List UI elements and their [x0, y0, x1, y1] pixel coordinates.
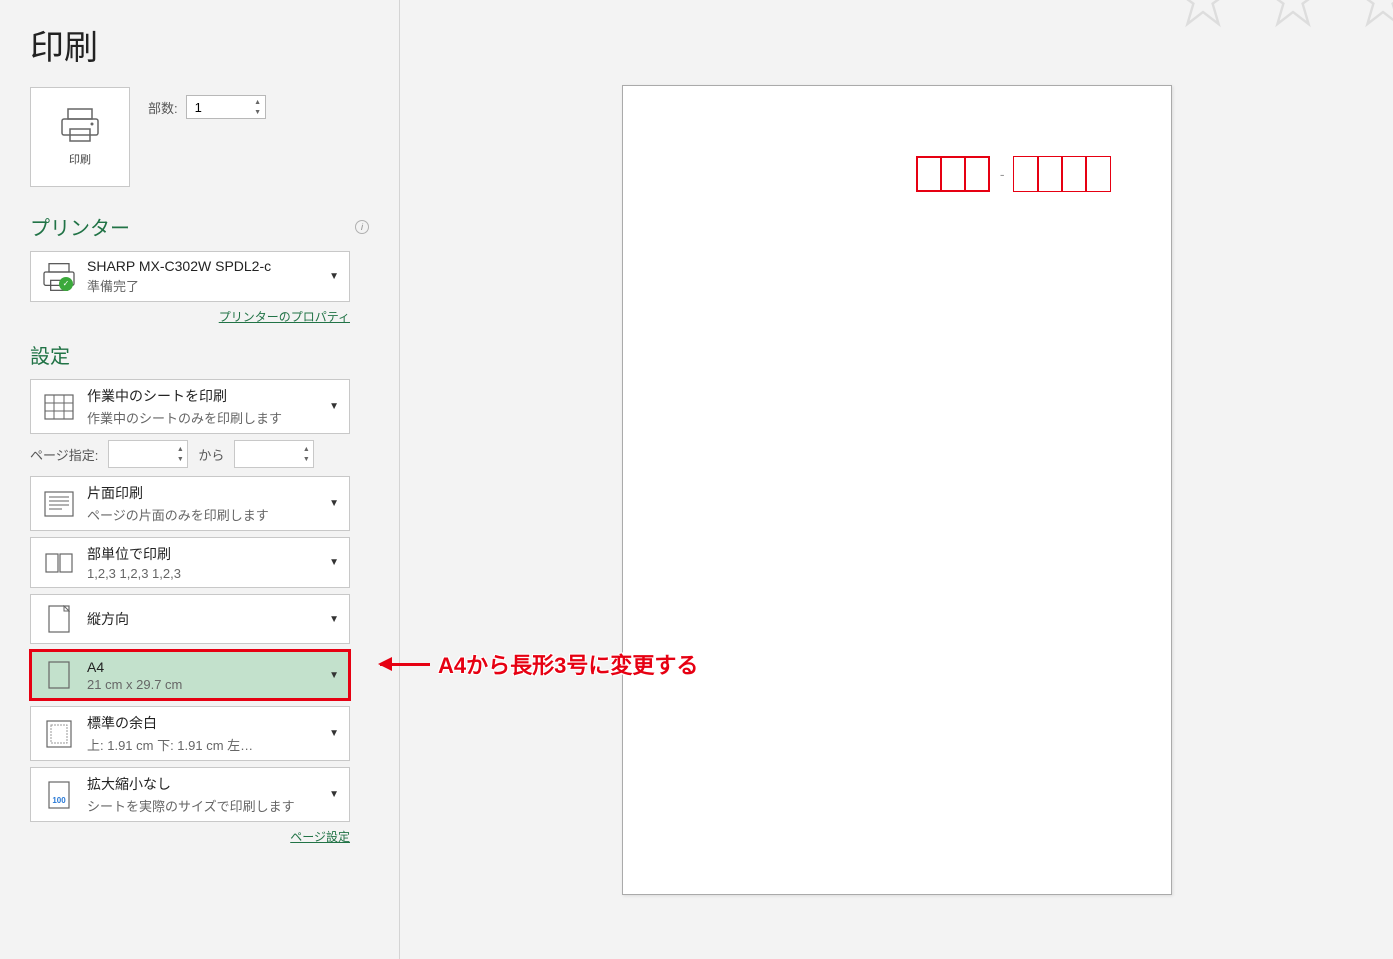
page-from-input[interactable]: ▲ ▼ — [108, 440, 188, 468]
copies-row: 部数: 1 ▲ ▼ — [148, 95, 266, 119]
scaling-selector[interactable]: 100 拡大縮小なし シートを実際のサイズで印刷します ▼ — [30, 767, 350, 822]
page-range-row: ページ指定: ▲ ▼ から ▲ ▼ — [30, 440, 350, 468]
printer-properties-link[interactable]: プリンターのプロパティ — [219, 310, 350, 324]
copies-up[interactable]: ▲ — [253, 97, 263, 107]
postal-box — [1037, 156, 1063, 192]
print-preview-area: - — [400, 0, 1393, 959]
scaling-icon: 100 — [41, 777, 77, 813]
annotation: A4から長形3号に変更する — [380, 648, 698, 680]
print-top-row: 印刷 部数: 1 ▲ ▼ — [30, 87, 369, 187]
dropdown-caret-icon: ▼ — [329, 614, 339, 625]
copies-label: 部数: — [148, 98, 178, 117]
dropdown-caret-icon: ▼ — [329, 401, 339, 412]
info-icon[interactable]: i — [355, 220, 369, 234]
page-setup-link[interactable]: ページ設定 — [290, 830, 350, 844]
postal-box — [1085, 156, 1111, 192]
print-what-selector[interactable]: 作業中のシートを印刷 作業中のシートのみを印刷します ▼ — [30, 379, 350, 434]
preview-page: - — [622, 85, 1172, 895]
margins-icon — [41, 716, 77, 752]
dropdown-caret-icon: ▼ — [329, 670, 339, 681]
page-range-label: ページ指定: — [30, 445, 98, 464]
print-button[interactable]: 印刷 — [30, 87, 130, 187]
print-settings-panel: 印刷 印刷 部数: 1 ▲ ▼ プリンター i — [0, 0, 400, 959]
page-to-input[interactable]: ▲ ▼ — [234, 440, 314, 468]
settings-header-text: 設定 — [30, 340, 70, 369]
page-to-up[interactable]: ▲ — [301, 444, 311, 454]
printer-selector[interactable]: SHARP MX-C302W SPDL2-c 準備完了 ▼ — [30, 251, 350, 302]
one-side-icon — [41, 486, 77, 522]
paper-size-title: A4 — [87, 659, 323, 675]
svg-text:100: 100 — [52, 796, 66, 805]
printer-section-header: プリンター i — [30, 212, 369, 241]
dropdown-caret-icon: ▼ — [329, 498, 339, 509]
sheet-icon — [41, 389, 77, 425]
decorative-stars — [1173, 0, 1393, 30]
margins-selector[interactable]: 標準の余白 上: 1.91 cm 下: 1.91 cm 左… ▼ — [30, 706, 350, 761]
copies-down[interactable]: ▼ — [253, 107, 263, 117]
paper-size-selector[interactable]: A4 21 cm x 29.7 cm ▼ — [30, 650, 350, 700]
settings-section-header: 設定 — [30, 340, 369, 369]
postal-box — [940, 156, 966, 192]
paper-size-sub: 21 cm x 29.7 cm — [87, 677, 323, 692]
postal-box — [964, 156, 990, 192]
page-to-down[interactable]: ▼ — [301, 454, 311, 464]
postal-box — [1013, 156, 1039, 192]
sides-sub: ページの片面のみを印刷します — [87, 505, 323, 524]
portrait-icon — [41, 601, 77, 637]
postal-code-boxes: - — [918, 156, 1111, 192]
dropdown-caret-icon: ▼ — [329, 557, 339, 568]
copies-input[interactable]: 1 ▲ ▼ — [186, 95, 266, 119]
dropdown-caret-icon: ▼ — [329, 728, 339, 739]
print-button-label: 印刷 — [69, 151, 91, 167]
margins-title: 標準の余白 — [87, 713, 323, 733]
collate-sub: 1,2,3 1,2,3 1,2,3 — [87, 566, 323, 581]
page-setup-link-row: ページ設定 — [30, 828, 350, 846]
copies-value: 1 — [195, 100, 202, 115]
annotation-text: A4から長形3号に変更する — [438, 648, 698, 680]
arrow-icon — [380, 663, 430, 666]
sides-title: 片面印刷 — [87, 483, 323, 503]
page-range-to-label: から — [198, 445, 224, 464]
postal-box — [916, 156, 942, 192]
postal-dash: - — [1000, 166, 1005, 182]
scaling-title: 拡大縮小なし — [87, 774, 323, 794]
collate-icon — [41, 545, 77, 581]
printer-header-text: プリンター — [30, 212, 130, 241]
collate-selector[interactable]: 部単位で印刷 1,2,3 1,2,3 1,2,3 ▼ — [30, 537, 350, 588]
dropdown-caret-icon: ▼ — [329, 789, 339, 800]
postal-box — [1061, 156, 1087, 192]
margins-sub: 上: 1.91 cm 下: 1.91 cm 左… — [87, 735, 323, 754]
printer-icon — [60, 107, 100, 143]
printer-name: SHARP MX-C302W SPDL2-c — [87, 258, 323, 274]
page-from-up[interactable]: ▲ — [175, 444, 185, 454]
ready-check-icon — [59, 277, 73, 291]
page-from-down[interactable]: ▼ — [175, 454, 185, 464]
orientation-selector[interactable]: 縦方向 ▼ — [30, 594, 350, 644]
printer-status: 準備完了 — [87, 276, 323, 295]
orientation-title: 縦方向 — [87, 609, 323, 629]
printer-properties-link-row: プリンターのプロパティ — [30, 308, 350, 326]
scaling-sub: シートを実際のサイズで印刷します — [87, 796, 323, 815]
print-what-sub: 作業中のシートのみを印刷します — [87, 408, 323, 427]
page-title: 印刷 — [30, 20, 369, 69]
paper-size-icon — [41, 657, 77, 693]
collate-title: 部単位で印刷 — [87, 544, 323, 564]
print-what-title: 作業中のシートを印刷 — [87, 386, 323, 406]
dropdown-caret-icon: ▼ — [329, 271, 339, 282]
sides-selector[interactable]: 片面印刷 ページの片面のみを印刷します ▼ — [30, 476, 350, 531]
spinner-buttons: ▲ ▼ — [253, 97, 263, 117]
printer-status-icon — [41, 259, 77, 295]
